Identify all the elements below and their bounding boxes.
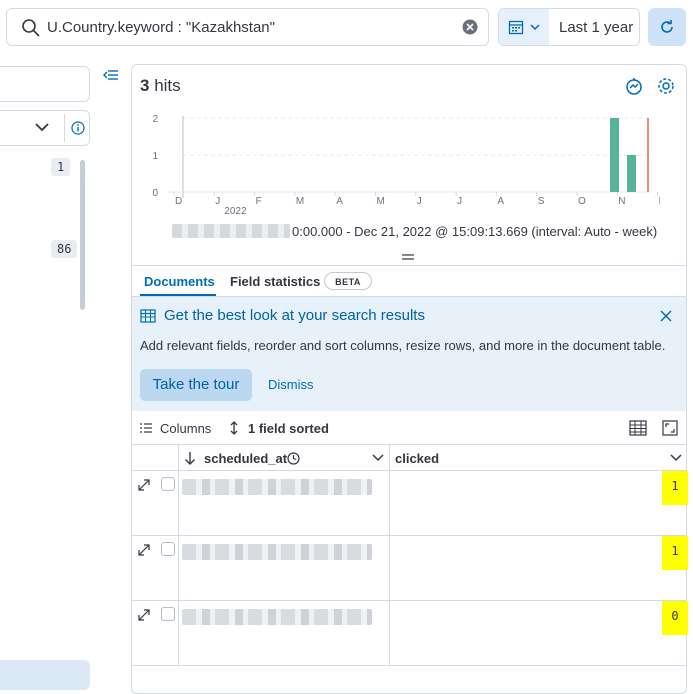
sort-icon <box>230 421 238 435</box>
field-count-badge: 1 <box>51 158 71 176</box>
chevron-down-icon[interactable] <box>372 453 384 463</box>
x-tick-label: J <box>417 196 422 207</box>
column-divider <box>178 601 179 666</box>
x-tick-label: J <box>457 196 462 207</box>
sidebar-search-field[interactable] <box>0 66 90 102</box>
expand-icon[interactable] <box>138 609 150 621</box>
dismiss-button[interactable]: Dismiss <box>268 377 314 392</box>
column-divider <box>389 471 390 536</box>
sidebar-scrollbar[interactable] <box>80 160 85 310</box>
query-bar[interactable]: U.Country.keyword : "Kazakhstan" <box>6 8 489 46</box>
x-tick-label: N <box>618 196 625 207</box>
sidebar-add-field-button[interactable] <box>0 660 90 690</box>
x-tick-label: D <box>659 196 660 207</box>
redacted-timestamp <box>182 479 372 495</box>
x-sublabel: 2022 <box>224 206 247 214</box>
clicked-value: 0 <box>662 601 688 635</box>
column-divider <box>178 471 179 536</box>
take-tour-button[interactable]: Take the tour <box>140 369 252 401</box>
table-icon <box>140 309 156 323</box>
hits-count: 3 hits <box>140 76 181 95</box>
close-icon[interactable] <box>660 310 672 322</box>
field-count-badge: 86 <box>51 240 78 258</box>
sidebar-info-button[interactable] <box>64 114 91 142</box>
query-text[interactable]: U.Country.keyword : "Kazakhstan" <box>47 19 275 36</box>
refresh-button[interactable] <box>648 8 686 46</box>
tour-callout: Get the best look at your search results… <box>132 297 686 411</box>
tab-field-statistics[interactable]: Field statistics <box>230 274 320 289</box>
expand-icon[interactable] <box>138 479 150 491</box>
clear-query-icon[interactable] <box>462 19 478 35</box>
gear-icon[interactable] <box>656 76 676 96</box>
column-divider <box>389 536 390 601</box>
sort-button[interactable]: 1 field sorted <box>248 421 329 436</box>
clicked-value: 1 <box>662 471 688 505</box>
fullscreen-icon[interactable] <box>662 420 678 436</box>
callout-body: Add relevant fields, reorder and sort co… <box>140 338 666 353</box>
chevron-down-icon[interactable] <box>670 453 682 463</box>
chevron-down-icon[interactable] <box>34 120 50 134</box>
y-tick-label: 0 <box>152 188 158 199</box>
time-range-label: 0:00.000 - Dec 21, 2022 @ 15:09:13.669 (… <box>292 224 658 239</box>
x-tick-label: M <box>296 196 304 207</box>
expand-icon[interactable] <box>138 544 150 556</box>
info-icon <box>71 121 85 135</box>
x-tick-label: D <box>175 196 182 207</box>
column-header-scheduled-at[interactable]: scheduled_at <box>204 451 287 466</box>
arrow-down-icon <box>185 452 195 465</box>
view-tabs: Documents Field statistics BETA <box>132 265 686 297</box>
row-checkbox[interactable] <box>161 607 175 621</box>
grid-header: scheduled_at clicked <box>132 445 686 471</box>
callout-title: Get the best look at your search results <box>164 307 425 324</box>
x-tick-label: M <box>377 196 385 207</box>
column-divider <box>178 445 179 471</box>
x-tick-label: S <box>538 196 545 207</box>
columns-icon <box>140 423 152 433</box>
tab-documents[interactable]: Documents <box>144 274 215 289</box>
row-checkbox[interactable] <box>161 542 175 556</box>
columns-button[interactable]: Columns <box>160 421 211 436</box>
clicked-value: 1 <box>662 536 688 570</box>
date-quick-menu-button[interactable] <box>499 9 549 45</box>
date-picker[interactable]: Last 1 year <box>498 8 640 46</box>
redacted-start-time <box>172 224 290 238</box>
column-divider <box>178 536 179 601</box>
table-row[interactable]: 0 <box>132 601 688 666</box>
row-checkbox[interactable] <box>161 477 175 491</box>
y-tick-label: 1 <box>152 151 158 162</box>
x-tick-label: A <box>497 196 504 207</box>
column-divider <box>389 445 390 471</box>
collapse-sidebar-icon[interactable] <box>103 68 119 82</box>
chart-options-icon[interactable] <box>624 76 644 96</box>
redacted-timestamp <box>182 609 372 625</box>
x-tick-label: J <box>215 196 220 207</box>
resize-handle-icon[interactable] <box>402 254 414 260</box>
chevron-down-icon <box>530 24 540 31</box>
column-divider <box>389 601 390 666</box>
calendar-icon <box>508 20 524 35</box>
redacted-timestamp <box>182 544 372 560</box>
active-tab-indicator <box>140 294 216 296</box>
histogram-chart[interactable]: 0 1 2 D J F M A M J J A S O N D 2022 <box>140 108 660 214</box>
grid-toolbar: Columns 1 field sorted <box>132 411 686 445</box>
date-range-label[interactable]: Last 1 year <box>559 19 633 36</box>
y-tick-label: 2 <box>152 114 158 125</box>
density-icon[interactable] <box>629 420 647 436</box>
histogram-bar <box>610 118 619 192</box>
table-row[interactable]: 1 <box>132 536 688 601</box>
refresh-icon <box>661 20 673 33</box>
x-tick-label: A <box>336 196 343 207</box>
histogram-bar <box>627 155 636 192</box>
column-header-clicked[interactable]: clicked <box>395 451 439 466</box>
search-icon <box>22 19 40 37</box>
beta-badge: BETA <box>324 272 372 290</box>
table-row[interactable]: 1 <box>132 471 688 536</box>
x-tick-label: F <box>256 196 262 207</box>
clock-icon <box>287 452 300 465</box>
x-tick-label: O <box>578 196 586 207</box>
